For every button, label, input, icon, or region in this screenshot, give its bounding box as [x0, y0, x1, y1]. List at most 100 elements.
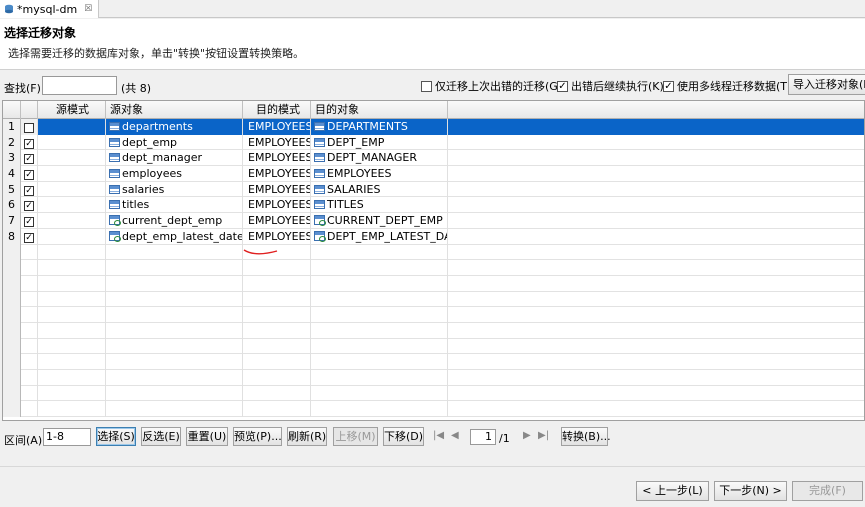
- checkbox-box[interactable]: ✓: [24, 170, 34, 181]
- cell-target-object[interactable]: DEPT_EMP_LATEST_DAT: [311, 228, 448, 245]
- cell-target-schema[interactable]: EMPLOYEES: [243, 228, 311, 245]
- cell-target-object[interactable]: SALARIES: [311, 181, 448, 198]
- continue-on-error-checkbox[interactable]: ✓ 出错后继续执行(K): [557, 78, 664, 94]
- header-target-object[interactable]: 目的对象: [311, 101, 448, 119]
- table-row[interactable]: 1 ✓ departments EMPLOYEES DEPARTMENTS: [3, 119, 864, 135]
- wizard-header: 选择迁移对象 选择需要迁移的数据库对象，单击"转换"按钮设置转换策略。: [0, 19, 865, 70]
- preview-button[interactable]: 预览(P)...: [233, 427, 282, 446]
- cell-target-schema[interactable]: EMPLOYEES: [243, 197, 311, 214]
- table-icon: [109, 137, 120, 147]
- checkbox-box[interactable]: ✓: [24, 123, 34, 133]
- row-checkbox[interactable]: ✓: [21, 119, 38, 135]
- select-button[interactable]: 选择(S): [96, 427, 136, 446]
- cell-target-object[interactable]: EMPLOYEES: [311, 166, 448, 182]
- refresh-button[interactable]: 刷新(R): [287, 427, 327, 446]
- checkbox-box[interactable]: ✓: [663, 80, 674, 92]
- row-number: [3, 354, 21, 370]
- cell-target-object[interactable]: TITLES: [311, 197, 448, 214]
- checkbox-box[interactable]: ✓: [24, 138, 34, 149]
- invert-selection-button[interactable]: 反选(E): [141, 427, 181, 446]
- first-page-icon[interactable]: |◀: [433, 430, 444, 441]
- cell-target-schema[interactable]: EMPLOYEES: [243, 213, 311, 229]
- find-input[interactable]: [42, 76, 117, 95]
- table-row[interactable]: 2 ✓ dept_emp EMPLOYEES DEPT_EMP: [3, 134, 864, 151]
- cell-source-object[interactable]: current_dept_emp: [106, 213, 243, 229]
- row-checkbox[interactable]: ✓: [21, 228, 38, 245]
- table-row[interactable]: 5 ✓ salaries EMPLOYEES SALARIES: [3, 181, 864, 198]
- cell-source-schema[interactable]: [38, 181, 106, 198]
- cell-target-schema[interactable]: EMPLOYEES: [243, 181, 311, 198]
- row-number: 7: [3, 213, 21, 229]
- table-row[interactable]: 3 ✓ dept_manager EMPLOYEES DEPT_MANAGER: [3, 150, 864, 167]
- convert-button[interactable]: 转换(B)...: [561, 427, 611, 446]
- page-input[interactable]: 1: [470, 429, 496, 445]
- checkbox-box[interactable]: ✓: [557, 80, 568, 92]
- cell-source-schema[interactable]: [38, 166, 106, 182]
- header-target-schema[interactable]: 目的模式: [243, 101, 311, 119]
- cell-source-schema[interactable]: [38, 228, 106, 245]
- cell-source-object[interactable]: departments: [106, 119, 243, 135]
- table-row[interactable]: 6 ✓ titles EMPLOYEES TITLES: [3, 197, 864, 214]
- cell-source-object[interactable]: dept_manager: [106, 150, 243, 167]
- row-checkbox[interactable]: ✓: [21, 166, 38, 182]
- checkbox-box[interactable]: ✓: [24, 217, 34, 228]
- next-page-icon[interactable]: ▶: [523, 430, 531, 441]
- cell-target-object[interactable]: DEPARTMENTS: [311, 119, 448, 135]
- checkbox-box[interactable]: ✓: [24, 154, 34, 165]
- table-row[interactable]: 4 ✓ employees EMPLOYEES EMPLOYEES: [3, 166, 864, 182]
- cell-source-object[interactable]: dept_emp: [106, 134, 243, 151]
- table-row[interactable]: 8 ✓ dept_emp_latest_date EMPLOYEES DEPT_EMP_…: [3, 228, 864, 245]
- cell-source-schema[interactable]: [38, 119, 106, 135]
- finish-button[interactable]: 完成(F): [792, 481, 863, 501]
- move-down-button[interactable]: 下移(D): [383, 427, 424, 446]
- cell-target-schema[interactable]: EMPLOYEES: [243, 119, 311, 135]
- retry-failed-checkbox[interactable]: 仅迁移上次出错的迁移(G): [421, 78, 562, 94]
- prev-page-icon[interactable]: ◀: [451, 430, 459, 441]
- cell-source-schema[interactable]: [38, 150, 106, 167]
- header-source-schema[interactable]: 源模式: [38, 101, 106, 119]
- source-object-name: titles: [122, 198, 150, 212]
- checkbox-box[interactable]: ✓: [24, 201, 34, 212]
- checkbox-box[interactable]: ✓: [24, 232, 34, 243]
- checkbox-box[interactable]: ✓: [24, 185, 34, 196]
- cell-empty: [38, 322, 106, 339]
- range-input[interactable]: 1-8: [43, 428, 91, 446]
- cell-source-object[interactable]: employees: [106, 166, 243, 182]
- cell-target-object[interactable]: DEPT_EMP: [311, 134, 448, 151]
- cell-source-object[interactable]: titles: [106, 197, 243, 214]
- cell-source-schema[interactable]: [38, 213, 106, 229]
- cell-target-object[interactable]: CURRENT_DEPT_EMP: [311, 213, 448, 229]
- cell-target-schema[interactable]: EMPLOYEES: [243, 134, 311, 151]
- cell-target-object[interactable]: DEPT_MANAGER: [311, 150, 448, 167]
- cell-source-schema[interactable]: [38, 134, 106, 151]
- import-objects-button[interactable]: 导入迁移对象(I): [788, 74, 865, 95]
- table-row[interactable]: 7 ✓ current_dept_emp EMPLOYEES CURRENT_DEPT_…: [3, 213, 864, 229]
- cell-target-schema[interactable]: EMPLOYEES: [243, 166, 311, 182]
- cell-empty: [38, 307, 106, 323]
- last-page-icon[interactable]: ▶|: [538, 430, 549, 441]
- row-checkbox[interactable]: ✓: [21, 197, 38, 214]
- close-icon[interactable]: ☒: [84, 4, 92, 14]
- cell-target-schema[interactable]: EMPLOYEES: [243, 150, 311, 167]
- next-button[interactable]: 下一步(N) >: [714, 481, 787, 501]
- row-checkbox[interactable]: ✓: [21, 150, 38, 167]
- back-button[interactable]: < 上一步(L): [636, 481, 709, 501]
- cell-source-object[interactable]: salaries: [106, 181, 243, 198]
- cell-filler: [448, 339, 864, 355]
- cell-filler: [448, 119, 864, 135]
- cell-empty: [38, 354, 106, 370]
- checkbox-box[interactable]: [421, 80, 432, 92]
- cell-empty: [243, 322, 311, 339]
- row-checkbox[interactable]: ✓: [21, 213, 38, 229]
- row-checkbox[interactable]: ✓: [21, 181, 38, 198]
- header-source-object[interactable]: 源对象: [106, 101, 243, 119]
- multithread-checkbox[interactable]: ✓ 使用多线程迁移数据(T): [663, 78, 791, 94]
- move-up-button[interactable]: 上移(M): [333, 427, 378, 446]
- row-checkbox-empty: [21, 354, 38, 370]
- cell-source-object[interactable]: dept_emp_latest_date: [106, 228, 243, 245]
- cell-empty: [311, 385, 448, 402]
- row-checkbox[interactable]: ✓: [21, 134, 38, 151]
- cell-source-schema[interactable]: [38, 197, 106, 214]
- reset-button[interactable]: 重置(U): [186, 427, 228, 446]
- editor-tab[interactable]: *mysql-dm ☒: [0, 0, 100, 18]
